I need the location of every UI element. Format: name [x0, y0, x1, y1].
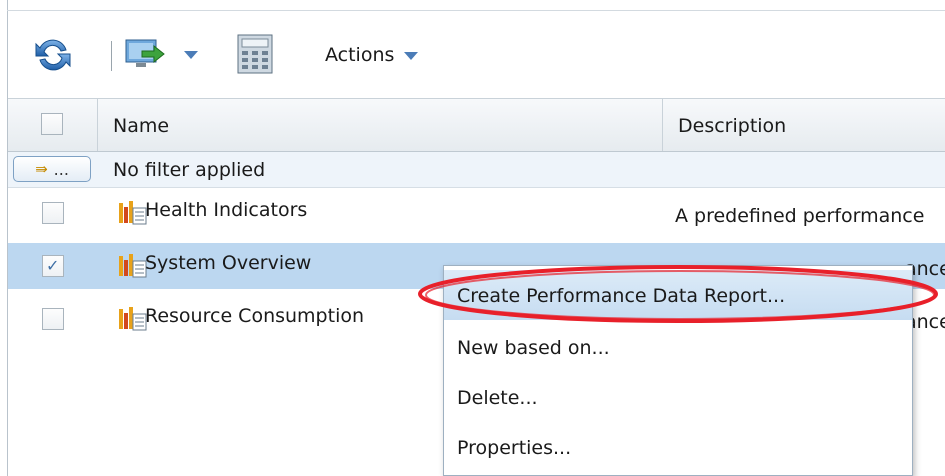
filter-status-text: No filter applied: [113, 159, 266, 181]
table-header: Name Description: [8, 98, 945, 152]
app-frame: Actions Name Description ⇛ ... No filter…: [0, 0, 945, 476]
toolbar: Actions: [8, 11, 945, 98]
filter-arrow-icon: ⇛: [35, 160, 48, 178]
row-name[interactable]: Resource Consumption: [145, 305, 364, 327]
refresh-icon[interactable]: [32, 34, 74, 76]
toolbar-separator: [111, 41, 112, 71]
calculator-icon[interactable]: [236, 33, 276, 77]
row-name[interactable]: System Overview: [145, 252, 311, 274]
menu-item-label: Delete...: [457, 387, 538, 409]
filter-button[interactable]: ⇛ ...: [13, 156, 91, 182]
checkmark-icon: ✓: [46, 256, 60, 275]
chevron-down-icon: [404, 52, 419, 60]
filter-button-label: ...: [53, 159, 69, 179]
column-header-name[interactable]: Name: [99, 99, 663, 151]
row-checkbox[interactable]: [42, 308, 64, 330]
chevron-down-icon[interactable]: [184, 51, 198, 59]
column-header-description[interactable]: Description: [663, 99, 945, 151]
menu-item-label: Properties...: [457, 437, 572, 459]
export-icon[interactable]: [124, 37, 168, 71]
menu-item-new-based-on[interactable]: New based on...: [444, 322, 912, 372]
actions-menu-button[interactable]: Actions: [325, 38, 419, 72]
actions-label: Actions: [325, 44, 395, 66]
column-header-description-label: Description: [678, 115, 787, 137]
menu-item-label: New based on...: [457, 337, 610, 359]
select-all-cell: [8, 99, 98, 151]
column-header-name-label: Name: [113, 115, 170, 137]
row-name[interactable]: Health Indicators: [145, 199, 307, 221]
annotation-ellipse: [418, 265, 938, 323]
row-checkbox-checked[interactable]: ✓: [42, 255, 64, 277]
row-description: A predefined performance: [675, 205, 925, 227]
select-all-checkbox[interactable]: [41, 113, 63, 135]
menu-item-delete[interactable]: Delete...: [444, 372, 912, 422]
menu-item-properties[interactable]: Properties...: [444, 422, 912, 472]
filter-row: ⇛ ... No filter applied: [8, 152, 945, 188]
row-checkbox[interactable]: [42, 202, 64, 224]
table-row[interactable]: Health Indicators A predefined performan…: [8, 190, 945, 236]
